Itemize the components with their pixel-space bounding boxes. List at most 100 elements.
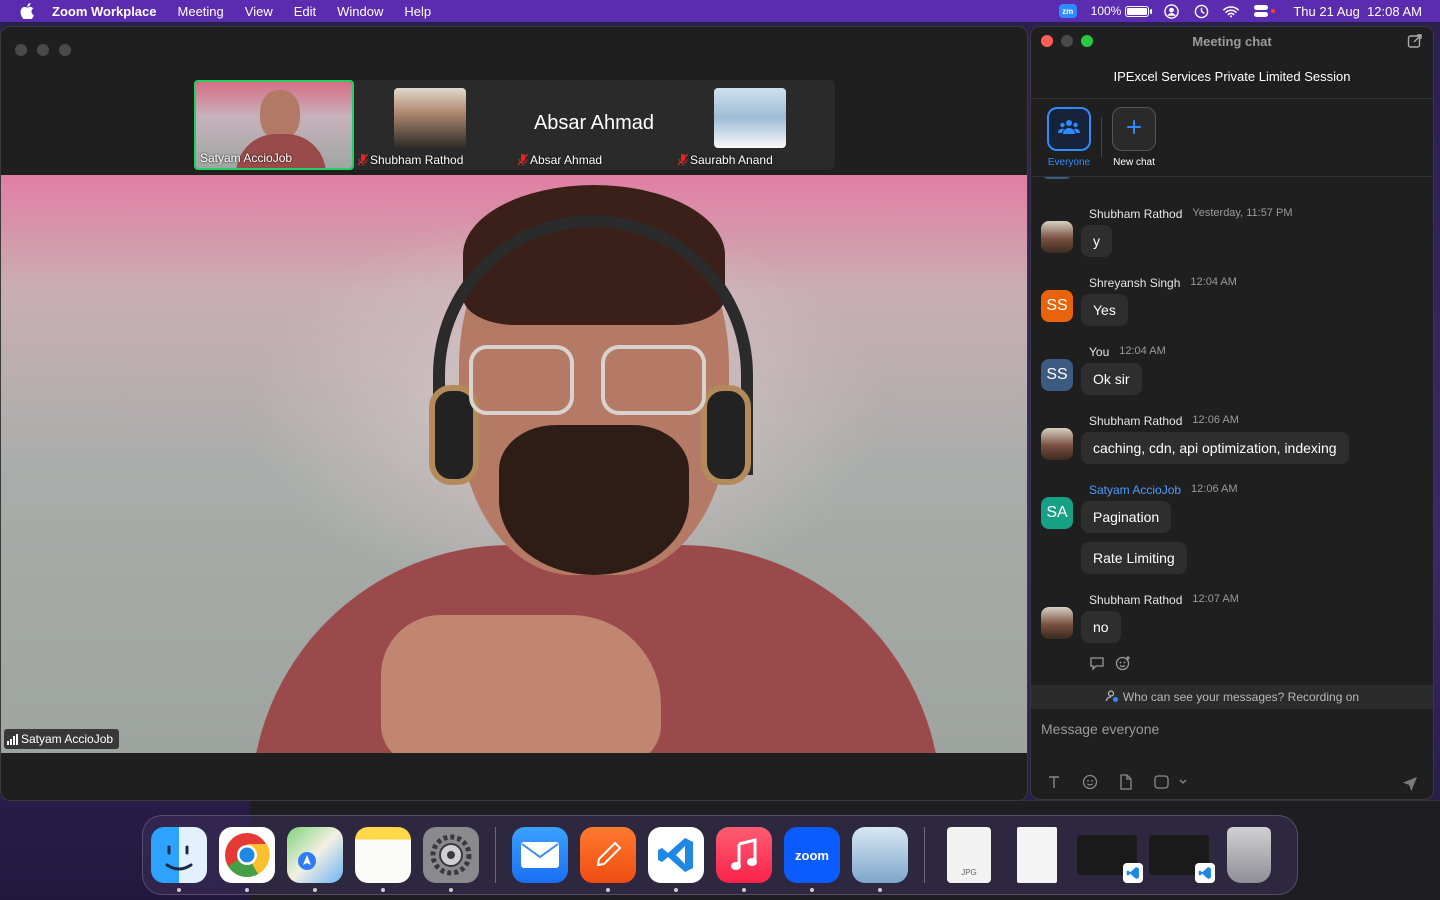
participant-name-text: Saurabh Anand bbox=[690, 153, 773, 167]
speaker-hand bbox=[381, 615, 661, 753]
chat-window-title: Meeting chat bbox=[1192, 33, 1272, 49]
dock-trash[interactable] bbox=[1227, 827, 1271, 883]
dock-music[interactable] bbox=[716, 827, 772, 892]
user-account-icon[interactable] bbox=[1163, 3, 1179, 19]
maps-icon bbox=[298, 852, 316, 870]
dock-document[interactable] bbox=[1017, 827, 1057, 883]
dock-chrome[interactable] bbox=[219, 827, 275, 892]
menu-help[interactable]: Help bbox=[404, 4, 431, 19]
message-time: Yesterday, 11:57 PM bbox=[1192, 207, 1293, 219]
glasses-left-lens bbox=[469, 345, 574, 415]
popout-icon[interactable] bbox=[1407, 33, 1423, 49]
add-reaction-icon[interactable] bbox=[1115, 655, 1131, 671]
battery-status[interactable]: 100% bbox=[1091, 4, 1153, 18]
reply-icon[interactable] bbox=[1089, 655, 1105, 671]
menubar-clock[interactable]: Thu 21 Aug 12:08 AM bbox=[1293, 4, 1422, 19]
time-machine-icon[interactable] bbox=[1193, 3, 1209, 19]
sender-name[interactable]: Shreyansh Singh bbox=[1089, 276, 1180, 290]
dock-system-settings[interactable] bbox=[423, 827, 479, 892]
sender-name-host[interactable]: Satyam AccioJob bbox=[1089, 483, 1181, 497]
zoom-meeting-window: Satyam AccioJob Shubham Rathod Absar Ahm… bbox=[0, 26, 1028, 801]
chat-minimize-button[interactable] bbox=[1061, 35, 1073, 47]
dock-notes[interactable] bbox=[355, 827, 411, 892]
sender-avatar bbox=[1041, 428, 1073, 460]
new-chat-label: New chat bbox=[1113, 157, 1155, 168]
dock-pen-app[interactable] bbox=[580, 827, 636, 892]
dock-zoom[interactable]: zoom bbox=[784, 827, 840, 892]
battery-icon bbox=[1125, 5, 1153, 17]
menu-edit[interactable]: Edit bbox=[294, 4, 316, 19]
message-actions bbox=[1089, 655, 1131, 671]
message-input[interactable] bbox=[1041, 719, 1421, 739]
wifi-icon[interactable] bbox=[1223, 3, 1240, 19]
participant-thumbnail-satyam[interactable]: Satyam AccioJob bbox=[194, 80, 354, 170]
message-meta: Shubham Rathod 12:07 AM bbox=[1089, 593, 1239, 607]
chat-close-button[interactable] bbox=[1041, 35, 1053, 47]
dock-vscode-window-2[interactable] bbox=[1149, 835, 1215, 883]
dock-preview[interactable] bbox=[852, 827, 908, 892]
menu-meeting[interactable]: Meeting bbox=[178, 4, 224, 19]
dock-mail[interactable] bbox=[512, 827, 568, 883]
message-time: 12:07 AM bbox=[1192, 593, 1239, 605]
message-bubble[interactable]: Yes bbox=[1081, 294, 1128, 326]
chat-visibility-notice[interactable]: Who can see your messages? Recording on bbox=[1031, 685, 1433, 709]
dock-maps[interactable] bbox=[287, 827, 343, 892]
notice-text: Who can see your messages? Recording on bbox=[1122, 690, 1360, 704]
dock-vscode-window-1[interactable] bbox=[1077, 835, 1143, 883]
dock-vscode[interactable] bbox=[648, 827, 704, 892]
recipient-new-chat[interactable]: New chat bbox=[1110, 107, 1158, 168]
message-bubble[interactable]: caching, cdn, api optimization, indexing bbox=[1081, 432, 1349, 464]
mic-muted-icon bbox=[518, 154, 528, 166]
screenshot-icon[interactable] bbox=[1153, 773, 1189, 791]
chat-message-list[interactable]: Shubham Rathod Yesterday, 11:57 PM y SS … bbox=[1031, 177, 1433, 685]
file-attach-icon[interactable] bbox=[1117, 773, 1135, 791]
participant-thumbnail-saurabh[interactable]: Saurabh Anand bbox=[674, 80, 834, 170]
sender-avatar bbox=[1041, 221, 1073, 253]
sender-name[interactable]: Shubham Rathod bbox=[1089, 593, 1182, 607]
menu-app-name[interactable]: Zoom Workplace bbox=[52, 4, 157, 19]
send-icon[interactable] bbox=[1402, 773, 1421, 792]
message-meta: Satyam AccioJob 12:06 AM bbox=[1089, 483, 1238, 497]
menu-view[interactable]: View bbox=[245, 4, 273, 19]
privacy-user-icon bbox=[1105, 689, 1119, 706]
recipient-divider bbox=[1101, 117, 1102, 157]
dock-separator bbox=[495, 827, 496, 883]
participant-thumbnail-shubham[interactable]: Shubham Rathod bbox=[354, 80, 514, 170]
message-bubble[interactable]: Ok sir bbox=[1081, 363, 1142, 395]
close-button[interactable] bbox=[15, 44, 27, 56]
sender-avatar bbox=[1041, 607, 1073, 639]
control-center-icon[interactable] bbox=[1253, 3, 1279, 19]
menu-window[interactable]: Window bbox=[337, 4, 383, 19]
recipient-everyone[interactable]: Everyone bbox=[1045, 107, 1093, 168]
format-text-icon[interactable] bbox=[1045, 773, 1063, 791]
zoom-window-button[interactable] bbox=[59, 44, 71, 56]
message-bubble[interactable]: Rate Limiting bbox=[1081, 542, 1187, 574]
plus-icon bbox=[1126, 119, 1142, 140]
headphone-right-cup bbox=[701, 385, 751, 485]
sender-name[interactable]: Shubham Rathod bbox=[1089, 414, 1182, 428]
vscode-badge-icon bbox=[1195, 863, 1215, 883]
apple-icon[interactable] bbox=[18, 3, 36, 19]
active-speaker-video[interactable]: Satyam AccioJob bbox=[1, 175, 1027, 753]
emoji-icon[interactable] bbox=[1081, 773, 1099, 791]
message-bubble[interactable]: no bbox=[1081, 611, 1121, 643]
running-indicator bbox=[606, 888, 610, 892]
participant-thumbnail-absar[interactable]: Absar Ahmad Absar Ahmad bbox=[514, 80, 674, 170]
dock-jpg-file[interactable]: JPG bbox=[947, 827, 991, 883]
everyone-label: Everyone bbox=[1047, 157, 1091, 168]
mic-muted-icon bbox=[358, 154, 368, 166]
participant-name: Absar Ahmad bbox=[518, 153, 602, 167]
chat-zoom-button[interactable] bbox=[1081, 35, 1093, 47]
sender-name[interactable]: Shubham Rathod bbox=[1089, 207, 1182, 221]
battery-level-fill bbox=[1127, 7, 1148, 15]
zoom-status-icon[interactable]: zm bbox=[1058, 4, 1077, 18]
dock-finder[interactable] bbox=[151, 827, 207, 892]
new-chat-button[interactable] bbox=[1112, 107, 1156, 151]
everyone-button[interactable] bbox=[1047, 107, 1091, 151]
chat-session-title: IPExcel Services Private Limited Session bbox=[1031, 55, 1433, 99]
message-bubble[interactable]: Pagination bbox=[1081, 501, 1172, 533]
music-note-icon bbox=[731, 838, 757, 870]
message-bubble[interactable]: y bbox=[1081, 225, 1112, 257]
minimize-button[interactable] bbox=[37, 44, 49, 56]
running-indicator bbox=[449, 888, 453, 892]
